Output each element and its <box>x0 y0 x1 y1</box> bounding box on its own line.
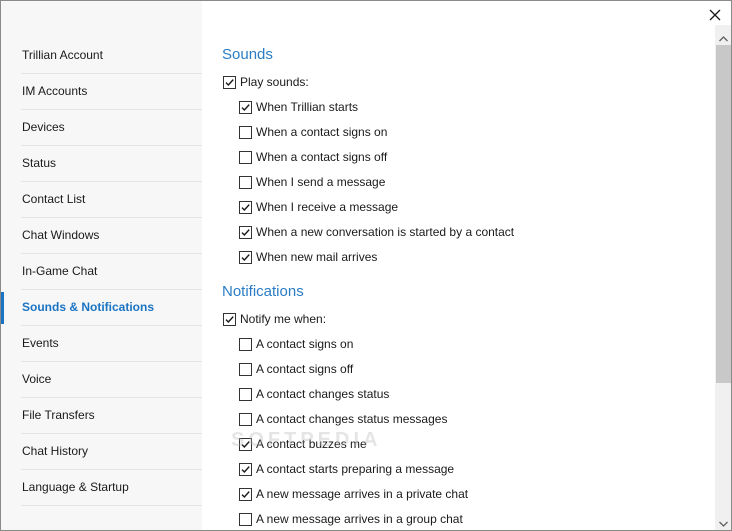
checkbox-label: When a contact signs off <box>256 150 388 164</box>
checkbox-label: When I send a message <box>256 175 386 189</box>
sidebar-item-devices[interactable]: Devices <box>1 110 202 146</box>
vertical-scrollbar[interactable] <box>715 25 731 530</box>
checkbox[interactable] <box>239 200 252 214</box>
checkmark-icon <box>241 465 250 473</box>
checkbox[interactable] <box>239 250 252 264</box>
checkbox-label: A contact signs on <box>256 337 354 351</box>
checkbox[interactable] <box>239 125 252 139</box>
checkbox[interactable] <box>239 150 252 164</box>
scroll-down-button[interactable] <box>715 515 731 530</box>
checkbox-label: When I receive a message <box>256 200 399 214</box>
checkbox[interactable] <box>239 462 252 476</box>
checkbox-label: When Trillian starts <box>256 100 359 114</box>
checkbox-label: A new message arrives in a private chat <box>256 487 469 501</box>
sidebar-item-im-accounts[interactable]: IM Accounts <box>1 74 202 110</box>
checkbox-label: A contact changes status messages <box>256 412 448 426</box>
checkmark-icon <box>241 253 250 261</box>
sidebar-item-status[interactable]: Status <box>1 146 202 182</box>
checkbox-label: Play sounds: <box>240 75 309 89</box>
sound-option-checkbox[interactable]: When a contact signs on <box>239 122 387 142</box>
sidebar: Trillian Account IM Accounts Devices Status… <box>1 1 202 530</box>
sound-option-checkbox[interactable]: When Trillian starts <box>239 97 358 117</box>
notification-option-checkbox[interactable]: A new message arrives in a private chat <box>239 484 468 504</box>
checkmark-icon <box>241 103 250 111</box>
settings-window: Trillian Account IM Accounts Devices Status… <box>0 0 732 531</box>
close-button[interactable] <box>705 5 725 25</box>
chevron-up-icon <box>719 35 728 41</box>
sidebar-item-voice[interactable]: Voice <box>1 362 202 398</box>
checkmark-icon <box>241 203 250 211</box>
checkbox-label: A contact signs off <box>256 362 354 376</box>
settings-content: Sounds Notifications Play sounds: When Tr… <box>202 1 715 530</box>
play-sounds-checkbox[interactable]: Play sounds: <box>223 72 309 92</box>
notify-me-checkbox[interactable]: Notify me when: <box>223 309 326 329</box>
checkbox[interactable] <box>223 75 236 89</box>
sound-option-checkbox[interactable]: When new mail arrives <box>239 247 377 267</box>
sounds-section-title: Sounds <box>222 46 273 63</box>
sound-option-checkbox[interactable]: When I receive a message <box>239 197 398 217</box>
notification-option-checkbox[interactable]: A contact starts preparing a message <box>239 459 454 479</box>
notification-option-checkbox[interactable]: A contact changes status <box>239 384 389 404</box>
checkmark-icon <box>225 78 234 86</box>
notification-option-checkbox[interactable]: A contact buzzes me <box>239 434 367 454</box>
sidebar-item-events[interactable]: Events <box>1 326 202 362</box>
sound-option-checkbox[interactable]: When a contact signs off <box>239 147 387 167</box>
sidebar-item-language-startup[interactable]: Language & Startup <box>1 470 202 506</box>
checkbox[interactable] <box>239 512 252 526</box>
checkbox[interactable] <box>239 100 252 114</box>
sound-option-checkbox[interactable]: When a new conversation is started by a … <box>239 222 514 242</box>
checkbox[interactable] <box>239 437 252 451</box>
checkbox[interactable] <box>239 175 252 189</box>
notifications-section-title: Notifications <box>222 283 304 300</box>
sound-option-checkbox[interactable]: When I send a message <box>239 172 385 192</box>
sidebar-item-sounds-notifications[interactable]: Sounds & Notifications <box>1 290 202 326</box>
sidebar-item-chat-windows[interactable]: Chat Windows <box>1 218 202 254</box>
sidebar-item-in-game-chat[interactable]: In-Game Chat <box>1 254 202 290</box>
checkmark-icon <box>241 490 250 498</box>
chevron-down-icon <box>719 521 728 527</box>
checkbox-label: A new message arrives in a group chat <box>256 512 463 526</box>
checkbox[interactable] <box>239 362 252 376</box>
checkmark-icon <box>241 440 250 448</box>
checkbox[interactable] <box>239 225 252 239</box>
checkbox-label: A contact buzzes me <box>256 437 367 451</box>
checkbox-label: When new mail arrives <box>256 250 378 264</box>
notification-option-checkbox[interactable]: A contact signs off <box>239 359 353 379</box>
close-icon <box>709 9 721 21</box>
notification-option-checkbox[interactable]: A new message arrives in a group chat <box>239 509 463 529</box>
sidebar-item-trillian-account[interactable]: Trillian Account <box>1 38 202 74</box>
sidebar-item-file-transfers[interactable]: File Transfers <box>1 398 202 434</box>
checkbox-label: When a new conversation is started by a … <box>256 225 515 239</box>
checkbox[interactable] <box>239 337 252 351</box>
checkbox[interactable] <box>239 487 252 501</box>
checkbox[interactable] <box>239 412 252 426</box>
sidebar-item-contact-list[interactable]: Contact List <box>1 182 202 218</box>
checkmark-icon <box>225 315 234 323</box>
notification-option-checkbox[interactable]: A contact changes status messages <box>239 409 447 429</box>
scroll-thumb[interactable] <box>716 45 731 383</box>
checkbox[interactable] <box>223 312 236 326</box>
checkbox-label: Notify me when: <box>240 312 327 326</box>
checkbox-label: When a contact signs on <box>256 125 388 139</box>
checkbox-label: A contact starts preparing a message <box>256 462 455 476</box>
checkmark-icon <box>241 228 250 236</box>
checkbox[interactable] <box>239 387 252 401</box>
sidebar-list: Trillian Account IM Accounts Devices Status… <box>1 38 202 506</box>
notification-option-checkbox[interactable]: A contact signs on <box>239 334 353 354</box>
checkbox-label: A contact changes status <box>256 387 390 401</box>
sidebar-item-chat-history[interactable]: Chat History <box>1 434 202 470</box>
